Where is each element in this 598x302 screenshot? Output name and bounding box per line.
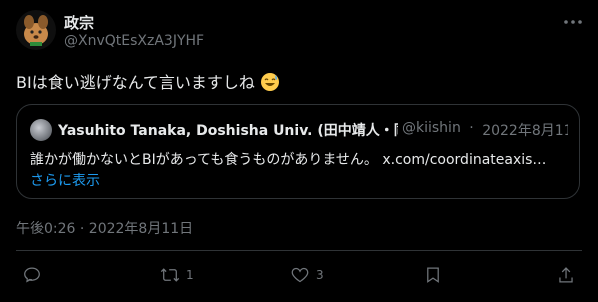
quoted-separator: ·: [469, 120, 474, 136]
quoted-handle[interactable]: @kiishin: [402, 120, 461, 136]
divider: [16, 250, 582, 251]
retweet-count: 1: [186, 268, 194, 282]
reply-icon: [24, 267, 40, 283]
like-count: 3: [316, 268, 324, 282]
share-button[interactable]: [556, 265, 576, 285]
author-avatar[interactable]: [16, 10, 56, 50]
quoted-avatar[interactable]: [30, 119, 52, 141]
quoted-date[interactable]: 2022年8月11日: [482, 123, 568, 139]
like-icon: [291, 267, 309, 283]
sweat-smile-emoji: [260, 72, 280, 96]
author-handle[interactable]: @XnvQtEsXzA3JYHF: [64, 33, 204, 49]
post-text: BIは食い逃げなんて言いますしね: [16, 69, 280, 96]
retweet-button[interactable]: 1: [160, 265, 194, 285]
bookmark-icon: [427, 267, 439, 283]
quoted-text: 誰かが働かないとBIがあっても食うものがありません。 x.com/coordin…: [30, 152, 547, 168]
author-display-name[interactable]: 政宗: [64, 12, 94, 33]
show-more-link[interactable]: さらに表示: [30, 170, 100, 190]
post-text-content: BIは食い逃げなんて言いますしね: [16, 73, 255, 92]
post-timestamp[interactable]: 午後0:26 · 2022年8月11日: [16, 218, 193, 238]
bookmark-button[interactable]: [423, 265, 443, 285]
reply-button[interactable]: [22, 265, 48, 285]
more-icon[interactable]: [562, 12, 584, 32]
share-icon: [559, 267, 573, 283]
quoted-header: Yasuhito Tanaka, Doshisha Univ. (田中靖人・同志…: [58, 120, 568, 140]
quoted-tweet[interactable]: Yasuhito Tanaka, Doshisha Univ. (田中靖人・同志…: [16, 104, 580, 199]
quoted-display-name[interactable]: Yasuhito Tanaka, Doshisha Univ. (田中靖人・同志…: [58, 120, 398, 140]
retweet-icon: [160, 268, 180, 282]
like-button[interactable]: 3: [290, 265, 324, 285]
